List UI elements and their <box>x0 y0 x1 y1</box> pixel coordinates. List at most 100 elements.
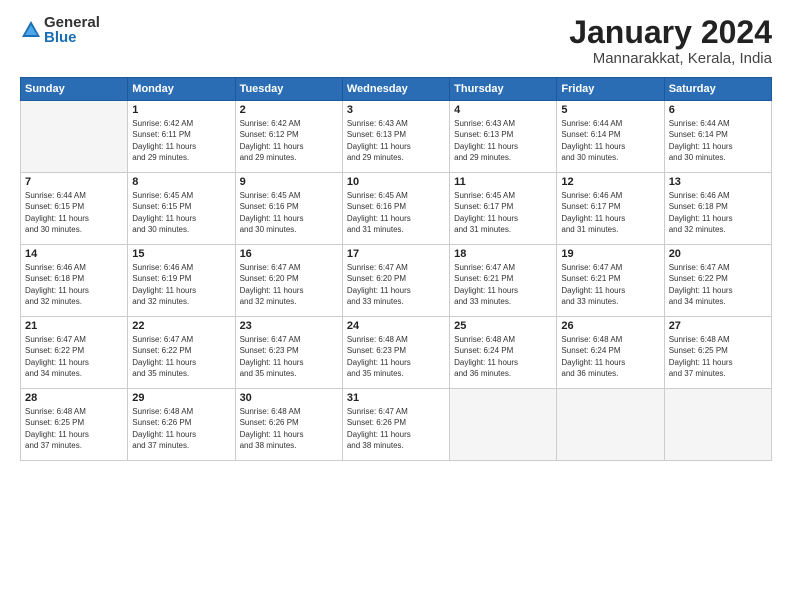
col-saturday: Saturday <box>664 78 771 101</box>
page: General Blue January 2024 Mannarakkat, K… <box>0 0 792 612</box>
day-number: 22 <box>132 320 230 332</box>
day-cell: 9 Sunrise: 6:45 AM Sunset: 6:16 PM Daylig… <box>235 173 342 245</box>
day-info: Sunrise: 6:43 AM Sunset: 6:13 PM Dayligh… <box>347 118 445 163</box>
day-cell: 22 Sunrise: 6:47 AM Sunset: 6:22 PM Dayli… <box>128 317 235 389</box>
logo: General Blue <box>20 15 100 45</box>
day-cell: 30Sunrise: 6:48 AM Sunset: 6:26 PM Dayli… <box>235 389 342 461</box>
day-cell: 16 Sunrise: 6:47 AM Sunset: 6:20 PM Dayli… <box>235 245 342 317</box>
day-info: Sunrise: 6:48 AM Sunset: 6:23 PM Dayligh… <box>347 334 445 379</box>
day-info: Sunrise: 6:47 AM Sunset: 6:22 PM Dayligh… <box>25 334 123 379</box>
logo-blue: Blue <box>44 30 100 45</box>
day-info: Sunrise: 6:46 AM Sunset: 6:19 PM Dayligh… <box>132 262 230 307</box>
day-info: Sunrise: 6:46 AM Sunset: 6:17 PM Dayligh… <box>561 190 659 235</box>
day-info: Sunrise: 6:47 AM Sunset: 6:22 PM Dayligh… <box>132 334 230 379</box>
day-number: 12 <box>561 176 659 188</box>
day-cell: 18 Sunrise: 6:47 AM Sunset: 6:21 PM Dayli… <box>450 245 557 317</box>
day-number: 27 <box>669 320 767 332</box>
col-friday: Friday <box>557 78 664 101</box>
day-info: Sunrise: 6:45 AM Sunset: 6:17 PM Dayligh… <box>454 190 552 235</box>
day-info: Sunrise: 6:46 AM Sunset: 6:18 PM Dayligh… <box>25 262 123 307</box>
day-cell: 27 Sunrise: 6:48 AM Sunset: 6:25 PM Dayli… <box>664 317 771 389</box>
day-info: Sunrise: 6:48 AM Sunset: 6:24 PM Dayligh… <box>561 334 659 379</box>
day-number: 13 <box>669 176 767 188</box>
day-number: 7 <box>25 176 123 188</box>
week-row-0: 1Sunrise: 6:42 AM Sunset: 6:11 PM Daylig… <box>21 101 772 173</box>
day-number: 17 <box>347 248 445 260</box>
day-info: Sunrise: 6:47 AM Sunset: 6:20 PM Dayligh… <box>347 262 445 307</box>
logo-general: General <box>44 15 100 30</box>
header-row: Sunday Monday Tuesday Wednesday Thursday… <box>21 78 772 101</box>
logo-icon <box>20 19 42 41</box>
month-title: January 2024 <box>569 15 772 50</box>
day-number: 16 <box>240 248 338 260</box>
day-number: 14 <box>25 248 123 260</box>
day-info: Sunrise: 6:45 AM Sunset: 6:15 PM Dayligh… <box>132 190 230 235</box>
day-info: Sunrise: 6:45 AM Sunset: 6:16 PM Dayligh… <box>240 190 338 235</box>
location-subtitle: Mannarakkat, Kerala, India <box>569 50 772 67</box>
day-cell <box>557 389 664 461</box>
week-row-2: 14 Sunrise: 6:46 AM Sunset: 6:18 PM Dayli… <box>21 245 772 317</box>
day-cell: 11 Sunrise: 6:45 AM Sunset: 6:17 PM Dayli… <box>450 173 557 245</box>
day-info: Sunrise: 6:48 AM Sunset: 6:25 PM Dayligh… <box>669 334 767 379</box>
day-info: Sunrise: 6:47 AM Sunset: 6:21 PM Dayligh… <box>561 262 659 307</box>
day-number: 11 <box>454 176 552 188</box>
day-number: 1 <box>132 104 230 116</box>
day-number: 10 <box>347 176 445 188</box>
day-cell: 2 Sunrise: 6:42 AM Sunset: 6:12 PM Daylig… <box>235 101 342 173</box>
day-info: Sunrise: 6:46 AM Sunset: 6:18 PM Dayligh… <box>669 190 767 235</box>
day-cell: 31Sunrise: 6:47 AM Sunset: 6:26 PM Dayli… <box>342 389 449 461</box>
day-info: Sunrise: 6:45 AM Sunset: 6:16 PM Dayligh… <box>347 190 445 235</box>
day-info: Sunrise: 6:48 AM Sunset: 6:26 PM Dayligh… <box>240 406 338 451</box>
day-cell: 20 Sunrise: 6:47 AM Sunset: 6:22 PM Dayli… <box>664 245 771 317</box>
col-thursday: Thursday <box>450 78 557 101</box>
day-info: Sunrise: 6:47 AM Sunset: 6:20 PM Dayligh… <box>240 262 338 307</box>
day-info: Sunrise: 6:47 AM Sunset: 6:22 PM Dayligh… <box>669 262 767 307</box>
day-number: 9 <box>240 176 338 188</box>
day-number: 26 <box>561 320 659 332</box>
day-cell: 4 Sunrise: 6:43 AM Sunset: 6:13 PM Daylig… <box>450 101 557 173</box>
day-cell: 26 Sunrise: 6:48 AM Sunset: 6:24 PM Dayli… <box>557 317 664 389</box>
day-cell: 6Sunrise: 6:44 AM Sunset: 6:14 PM Daylig… <box>664 101 771 173</box>
day-info: Sunrise: 6:42 AM Sunset: 6:12 PM Dayligh… <box>240 118 338 163</box>
day-cell <box>450 389 557 461</box>
day-number: 8 <box>132 176 230 188</box>
day-cell: 15 Sunrise: 6:46 AM Sunset: 6:19 PM Dayli… <box>128 245 235 317</box>
day-cell: 21 Sunrise: 6:47 AM Sunset: 6:22 PM Dayli… <box>21 317 128 389</box>
day-cell: 13 Sunrise: 6:46 AM Sunset: 6:18 PM Dayli… <box>664 173 771 245</box>
col-wednesday: Wednesday <box>342 78 449 101</box>
day-info: Sunrise: 6:47 AM Sunset: 6:21 PM Dayligh… <box>454 262 552 307</box>
day-number: 19 <box>561 248 659 260</box>
day-info: Sunrise: 6:44 AM Sunset: 6:14 PM Dayligh… <box>561 118 659 163</box>
day-number: 20 <box>669 248 767 260</box>
week-row-3: 21 Sunrise: 6:47 AM Sunset: 6:22 PM Dayli… <box>21 317 772 389</box>
day-cell: 3 Sunrise: 6:43 AM Sunset: 6:13 PM Daylig… <box>342 101 449 173</box>
day-cell: 1Sunrise: 6:42 AM Sunset: 6:11 PM Daylig… <box>128 101 235 173</box>
day-cell: 5 Sunrise: 6:44 AM Sunset: 6:14 PM Daylig… <box>557 101 664 173</box>
day-number: 24 <box>347 320 445 332</box>
day-cell: 28Sunrise: 6:48 AM Sunset: 6:25 PM Dayli… <box>21 389 128 461</box>
day-number: 25 <box>454 320 552 332</box>
day-number: 5 <box>561 104 659 116</box>
day-cell: 7Sunrise: 6:44 AM Sunset: 6:15 PM Daylig… <box>21 173 128 245</box>
day-number: 21 <box>25 320 123 332</box>
day-cell: 23Sunrise: 6:47 AM Sunset: 6:23 PM Dayli… <box>235 317 342 389</box>
col-sunday: Sunday <box>21 78 128 101</box>
day-info: Sunrise: 6:47 AM Sunset: 6:26 PM Dayligh… <box>347 406 445 451</box>
day-cell: 24 Sunrise: 6:48 AM Sunset: 6:23 PM Dayli… <box>342 317 449 389</box>
day-number: 18 <box>454 248 552 260</box>
day-number: 15 <box>132 248 230 260</box>
day-cell: 19 Sunrise: 6:47 AM Sunset: 6:21 PM Dayli… <box>557 245 664 317</box>
day-number: 29 <box>132 392 230 404</box>
day-number: 3 <box>347 104 445 116</box>
day-info: Sunrise: 6:43 AM Sunset: 6:13 PM Dayligh… <box>454 118 552 163</box>
col-monday: Monday <box>128 78 235 101</box>
day-info: Sunrise: 6:47 AM Sunset: 6:23 PM Dayligh… <box>240 334 338 379</box>
day-cell: 12 Sunrise: 6:46 AM Sunset: 6:17 PM Dayli… <box>557 173 664 245</box>
logo-text: General Blue <box>44 15 100 45</box>
day-cell <box>664 389 771 461</box>
day-cell: 29Sunrise: 6:48 AM Sunset: 6:26 PM Dayli… <box>128 389 235 461</box>
day-number: 2 <box>240 104 338 116</box>
day-info: Sunrise: 6:48 AM Sunset: 6:24 PM Dayligh… <box>454 334 552 379</box>
day-number: 4 <box>454 104 552 116</box>
day-cell: 17 Sunrise: 6:47 AM Sunset: 6:20 PM Dayli… <box>342 245 449 317</box>
